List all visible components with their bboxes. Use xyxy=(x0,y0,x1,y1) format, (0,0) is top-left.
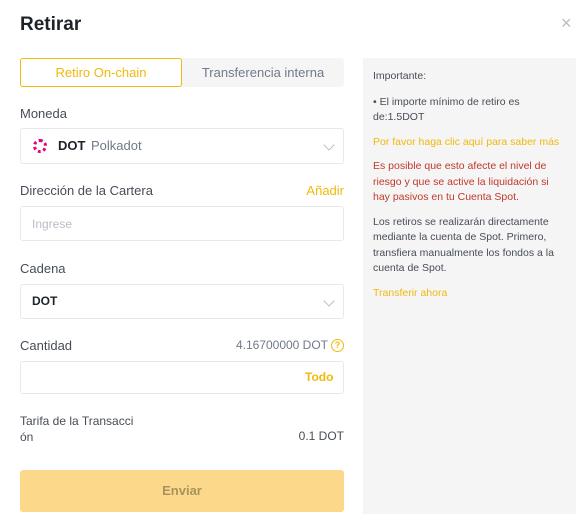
amount-label: Cantidad xyxy=(20,338,73,353)
transfer-now-link[interactable]: Transferir ahora xyxy=(373,286,566,302)
risk-warning: Es posible que esto afecte el nivel de r… xyxy=(373,160,549,203)
chevron-down-icon xyxy=(323,139,335,151)
min-withdrawal-note: • El importe mínimo de retiro es de:1.5D… xyxy=(373,95,520,124)
spot-account-note: Los retiros se realizarán directamente m… xyxy=(373,215,554,275)
amount-input[interactable] xyxy=(20,361,344,394)
polkadot-icon xyxy=(33,139,47,153)
address-input[interactable] xyxy=(20,206,344,241)
add-address-link[interactable]: Añadir xyxy=(306,183,344,198)
fee-value: 0.1 DOT xyxy=(298,429,344,443)
close-icon[interactable]: × xyxy=(561,14,579,32)
coin-name: Polkadot xyxy=(91,138,142,153)
available-balance: 4.16700000 DOT xyxy=(235,338,328,352)
network-select[interactable]: DOT xyxy=(20,284,344,319)
info-panel: Importante: • El importe mínimo de retir… xyxy=(363,58,576,514)
address-label: Dirección de la Cartera xyxy=(20,183,153,198)
tab-internal-transfer[interactable]: Transferencia interna xyxy=(182,58,344,87)
coin-label: Moneda xyxy=(20,106,67,121)
modal-title: Retirar xyxy=(20,14,82,35)
help-icon[interactable]: ? xyxy=(331,339,344,352)
network-label: Cadena xyxy=(20,261,66,276)
learn-more-link[interactable]: Por favor haga clic aquí para saber más xyxy=(373,135,566,151)
coin-select[interactable]: DOT Polkadot xyxy=(20,128,344,164)
withdraw-tabs: Retiro On-chain Transferencia interna xyxy=(20,58,344,87)
fee-label: Tarifa de la Transacción xyxy=(20,414,134,444)
info-heading: Importante: xyxy=(373,70,427,82)
submit-button[interactable]: Enviar xyxy=(20,470,344,512)
chevron-down-icon xyxy=(323,295,335,307)
network-value: DOT xyxy=(32,294,58,308)
coin-symbol: DOT xyxy=(58,138,86,153)
tab-on-chain[interactable]: Retiro On-chain xyxy=(20,58,182,87)
max-amount-button[interactable]: Todo xyxy=(305,370,333,384)
